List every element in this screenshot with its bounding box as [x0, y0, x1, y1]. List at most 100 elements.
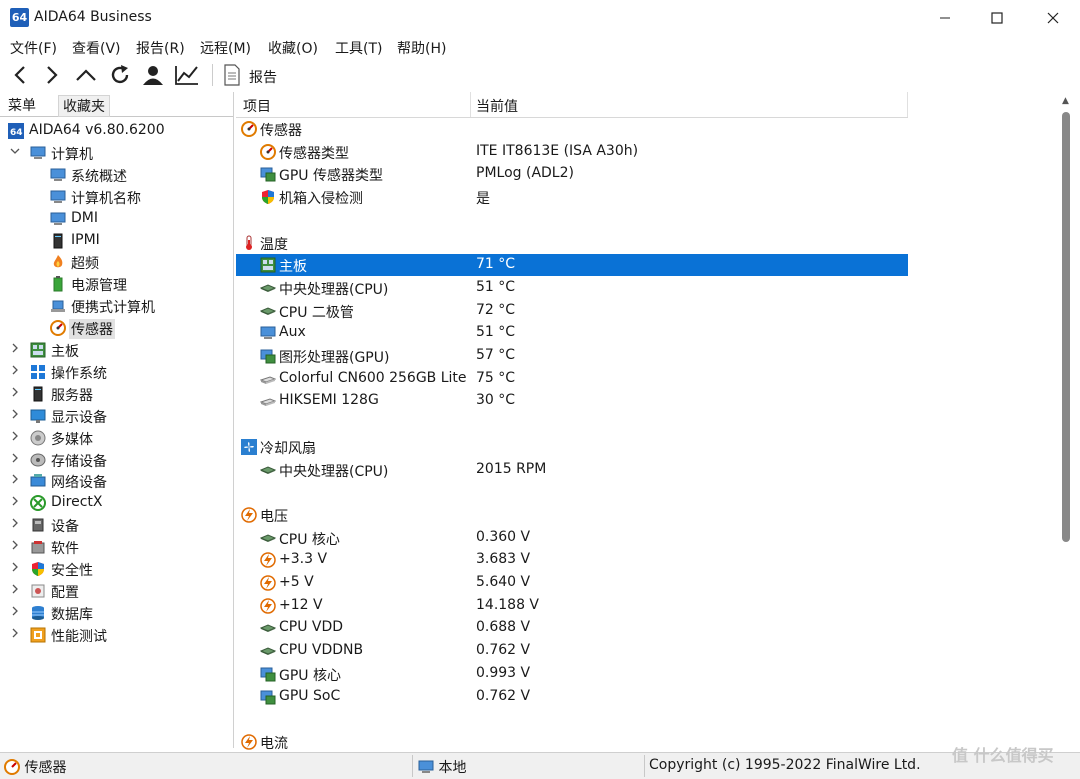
tab-favorites[interactable]: 收藏夹 — [58, 95, 110, 117]
tree-item[interactable]: 计算机名称 — [0, 186, 233, 208]
scroll-up-arrow[interactable]: ▲ — [1062, 96, 1069, 106]
bolt-icon — [260, 597, 276, 614]
tree-item[interactable]: 主板 — [0, 339, 233, 361]
table-row[interactable]: +5 V 5.640 V — [236, 572, 908, 594]
up-button[interactable] — [72, 62, 100, 88]
chevron-right-icon[interactable] — [9, 431, 21, 445]
section-header[interactable]: 电流 — [236, 731, 908, 753]
tree-item[interactable]: DMI — [0, 208, 233, 230]
section-header[interactable]: 温度 — [236, 232, 908, 254]
table-row[interactable]: +3.3 V 3.683 V — [236, 549, 908, 571]
chevron-right-icon[interactable] — [9, 518, 21, 532]
tree-item[interactable]: 便携式计算机 — [0, 295, 233, 317]
table-row[interactable]: +12 V 14.188 V — [236, 595, 908, 617]
tree-item[interactable]: 显示设备 — [0, 405, 233, 427]
menu-favorites[interactable]: 收藏(O) — [268, 38, 318, 58]
column-divider[interactable] — [907, 92, 908, 117]
tree-item[interactable]: 性能测试 — [0, 624, 233, 646]
chevron-right-icon[interactable] — [9, 496, 21, 510]
table-row[interactable]: 图形处理器(GPU) 57 °C — [236, 345, 908, 367]
menu-tools[interactable]: 工具(T) — [335, 38, 382, 58]
sensor-value: 0.762 V — [476, 642, 531, 659]
table-row[interactable]: CPU 二极管 72 °C — [236, 300, 908, 322]
tree-item[interactable]: DirectX — [0, 492, 233, 514]
tree-item[interactable]: 超频 — [0, 251, 233, 273]
chevron-right-icon[interactable] — [9, 562, 21, 576]
menu-help[interactable]: 帮助(H) — [397, 38, 446, 58]
menu-remote[interactable]: 远程(M) — [200, 38, 251, 58]
tree-item[interactable]: 计算机 — [0, 142, 233, 164]
tree-item[interactable]: 操作系统 — [0, 361, 233, 383]
chevron-right-icon[interactable] — [9, 584, 21, 598]
table-row[interactable]: 中央处理器(CPU) 51 °C — [236, 277, 908, 299]
tree-item[interactable]: 设备 — [0, 514, 233, 536]
chevron-right-icon[interactable] — [9, 606, 21, 620]
tab-menu[interactable]: 菜单 — [4, 95, 40, 115]
table-row[interactable]: CPU 核心 0.360 V — [236, 527, 908, 549]
chevron-right-icon[interactable] — [9, 453, 21, 467]
drive-icon — [259, 371, 277, 387]
tree-item[interactable]: 多媒体 — [0, 427, 233, 449]
maximize-button[interactable] — [970, 0, 1024, 36]
table-row[interactable]: 主板 71 °C — [236, 254, 908, 277]
tree-item[interactable]: 软件 — [0, 536, 233, 558]
tree-item[interactable]: 64 AIDA64 v6.80.6200 — [0, 120, 233, 142]
tree-item[interactable]: 服务器 — [0, 383, 233, 405]
minimize-button[interactable] — [918, 0, 972, 36]
section-header[interactable]: 传感器 — [236, 118, 908, 140]
refresh-button[interactable] — [106, 62, 134, 88]
section-header[interactable]: 电压 — [236, 504, 908, 526]
table-row[interactable]: GPU 传感器类型 PMLog (ADL2) — [236, 163, 908, 185]
tree-item[interactable]: 网络设备 — [0, 470, 233, 492]
sensor-name: CPU VDDNB — [279, 642, 364, 659]
chevron-right-icon[interactable] — [9, 409, 21, 423]
table-row[interactable]: GPU SoC 0.762 V — [236, 686, 908, 708]
table-row[interactable]: CPU VDDNB 0.762 V — [236, 640, 908, 662]
report-button[interactable] — [218, 62, 246, 88]
table-row[interactable]: 中央处理器(CPU) 2015 RPM — [236, 459, 908, 481]
column-item-header[interactable]: 项目 — [243, 96, 271, 116]
chevron-right-icon[interactable] — [9, 365, 21, 379]
chevron-right-icon[interactable] — [9, 628, 21, 642]
section-title: 传感器 — [260, 123, 302, 139]
chart-button[interactable] — [173, 62, 201, 88]
computer-icon — [50, 167, 66, 183]
maximize-icon — [991, 12, 1003, 24]
chevron-right-icon[interactable] — [9, 540, 21, 554]
tree-item[interactable]: 存储设备 — [0, 449, 233, 471]
vertical-scrollbar[interactable] — [1062, 112, 1070, 542]
table-row[interactable]: HIKSEMI 128G 30 °C — [236, 390, 908, 412]
table-row[interactable]: Aux 51 °C — [236, 322, 908, 344]
tree-item-label: AIDA64 v6.80.6200 — [29, 122, 165, 138]
sensor-name: CPU 二极管 — [279, 304, 354, 321]
table-row[interactable]: 机箱入侵检测 是 — [236, 186, 908, 208]
chevron-right-icon[interactable] — [9, 474, 21, 488]
tree-item[interactable]: 电源管理 — [0, 273, 233, 295]
report-label[interactable]: 报告 — [249, 67, 277, 87]
tree-item[interactable]: 传感器 — [0, 317, 233, 340]
menu-file[interactable]: 文件(F) — [10, 38, 57, 58]
section-header[interactable]: 冷却风扇 — [236, 436, 908, 458]
windows-icon — [30, 364, 46, 380]
tree-item[interactable]: 安全性 — [0, 558, 233, 580]
chevron-down-icon[interactable] — [9, 146, 21, 160]
chevron-right-icon[interactable] — [9, 343, 21, 357]
back-button[interactable] — [6, 62, 34, 88]
table-row[interactable]: Colorful CN600 256GB Lite 75 °C — [236, 368, 908, 390]
forward-button[interactable] — [38, 62, 66, 88]
tree-item[interactable]: IPMI — [0, 230, 233, 252]
column-divider[interactable] — [470, 92, 471, 117]
tree-item[interactable]: 配置 — [0, 580, 233, 602]
table-row[interactable]: GPU 核心 0.993 V — [236, 663, 908, 685]
user-button[interactable] — [139, 62, 167, 88]
column-value-header[interactable]: 当前值 — [476, 96, 518, 116]
table-row[interactable]: 传感器类型 ITE IT8613E (ISA A30h) — [236, 141, 908, 163]
sensor-name: Aux — [279, 324, 306, 341]
chevron-right-icon[interactable] — [9, 387, 21, 401]
tree-item[interactable]: 数据库 — [0, 602, 233, 624]
menu-view[interactable]: 查看(V) — [72, 38, 121, 58]
tree-item[interactable]: 系统概述 — [0, 164, 233, 186]
close-button[interactable] — [1026, 0, 1080, 36]
table-row[interactable]: CPU VDD 0.688 V — [236, 617, 908, 639]
menu-report[interactable]: 报告(R) — [136, 38, 185, 58]
